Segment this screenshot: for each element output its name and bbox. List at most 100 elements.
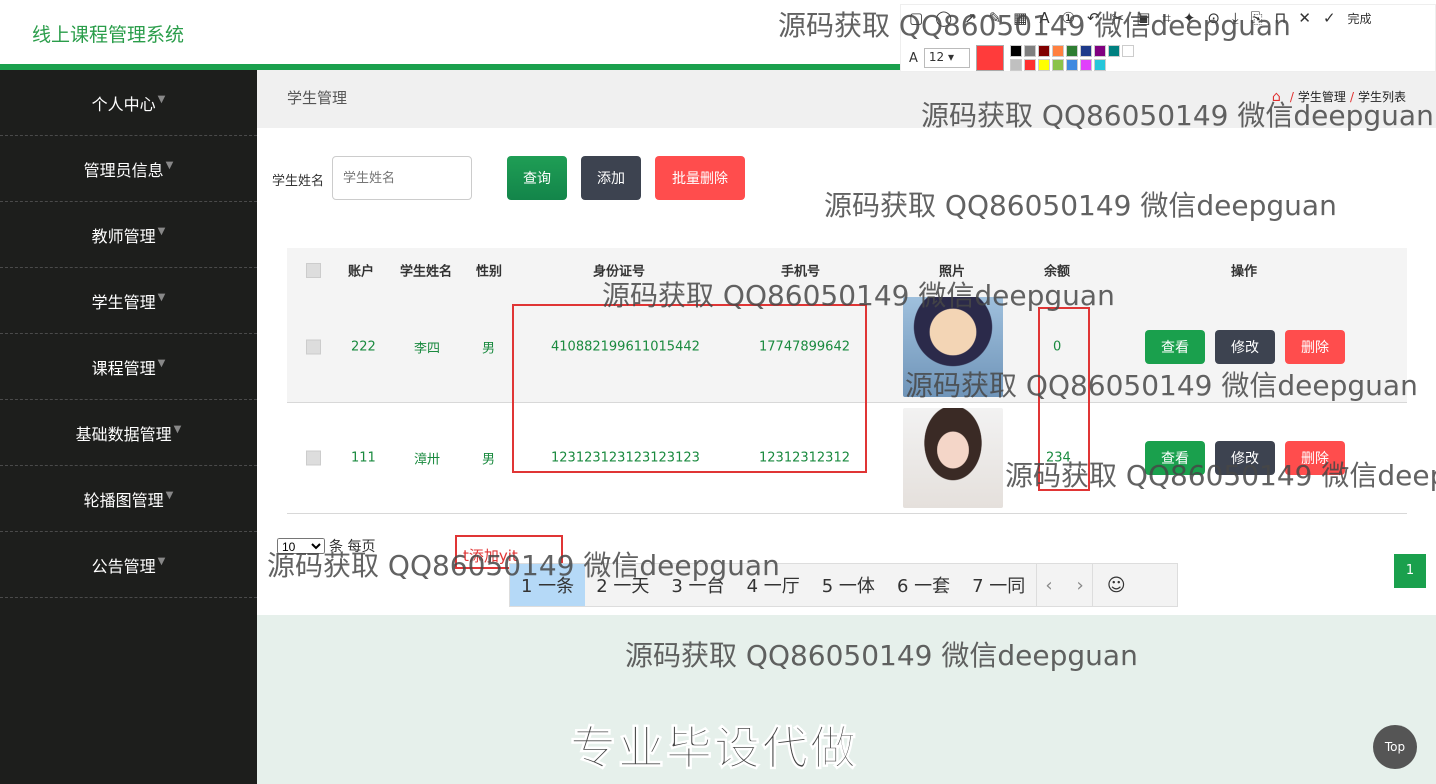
bookmark-icon[interactable]: ⊓	[1275, 9, 1287, 27]
color-swatch[interactable]	[1093, 45, 1106, 57]
sidebar-item-label: 基础数据管理	[75, 424, 172, 444]
ime-candidate[interactable]: 7 一同	[961, 564, 1036, 606]
sidebar-item-label: 课程管理	[91, 358, 156, 378]
edit-button[interactable]: 修改	[1215, 330, 1275, 364]
per-page-control: 10 条 每页	[277, 536, 375, 556]
ellipse-icon[interactable]: ◯	[935, 9, 952, 27]
caret-down-icon: ▼	[157, 226, 166, 237]
table-header: 账户 学生姓名 性别 身份证号 手机号 照片 余额 操作	[287, 248, 1407, 292]
view-button[interactable]: 查看	[1145, 441, 1205, 475]
caret-down-icon: ▼	[157, 358, 166, 369]
ime-candidate[interactable]: 2 一天	[585, 564, 660, 606]
color-swatch[interactable]	[1023, 59, 1036, 71]
ime-candidate[interactable]: 6 一套	[886, 564, 961, 606]
query-button[interactable]: 查询	[507, 156, 567, 200]
gender-cell: 男	[482, 452, 496, 468]
chevron-left-icon[interactable]: ‹	[1045, 575, 1052, 596]
delete-button[interactable]: 删除	[1285, 330, 1345, 364]
sidebar-item-teachers[interactable]: 教师管理 ▼	[0, 202, 257, 268]
color-swatch[interactable]	[1065, 45, 1078, 57]
sidebar-item-label: 教师管理	[91, 226, 156, 246]
per-page-label: 条 每页	[329, 539, 376, 555]
screenshot-toolbar: ▢ ◯ ↗ ✎ ▦ A ① ↶ ✂ ▣ ⌗ ✦ ⊙ ⤓ ⎘ ⊓ ✕ ✓ 完成 A…	[900, 4, 1436, 72]
undo-icon[interactable]: ↶	[1087, 9, 1100, 27]
crop-icon[interactable]: ⌗	[1162, 9, 1170, 27]
batch-delete-button[interactable]: 批量删除	[655, 156, 745, 200]
student-name-input[interactable]	[332, 156, 472, 200]
ime-candidate[interactable]: 1 一条	[510, 564, 586, 606]
copy-icon[interactable]: ⎘	[1251, 9, 1263, 27]
translate-icon[interactable]: ▣	[1136, 9, 1150, 27]
current-color-swatch[interactable]	[975, 45, 1004, 71]
pagination-page[interactable]: 1	[1394, 554, 1426, 588]
pin-icon[interactable]: ✦	[1183, 9, 1196, 27]
back-to-top-button[interactable]: Top	[1373, 725, 1417, 769]
done-button[interactable]: 完成	[1348, 10, 1372, 27]
pen-icon[interactable]: ✎	[989, 9, 1002, 27]
mosaic-icon[interactable]: ▦	[1013, 9, 1027, 27]
color-swatch[interactable]	[1009, 59, 1022, 71]
caret-down-icon: ▼	[173, 424, 182, 435]
rectangle-icon[interactable]: ▢	[909, 9, 923, 27]
text-icon[interactable]: A	[1039, 9, 1049, 27]
search-label: 学生姓名	[272, 174, 325, 189]
color-swatch[interactable]	[1037, 45, 1050, 57]
column-header: 账户	[348, 264, 375, 280]
sidebar-item-carousel[interactable]: 轮播图管理 ▼	[0, 466, 257, 532]
sidebar-item-basic-data[interactable]: 基础数据管理 ▼	[0, 400, 257, 466]
ime-candidate[interactable]: 4 一厅	[736, 564, 811, 606]
ime-candidate[interactable]: 5 一体	[811, 564, 886, 606]
download-icon[interactable]: ⤓	[1232, 9, 1239, 27]
chevron-right-icon[interactable]: ›	[1077, 575, 1084, 596]
view-button[interactable]: 查看	[1145, 330, 1205, 364]
color-swatch[interactable]	[1121, 45, 1134, 57]
column-header: 性别	[476, 264, 503, 280]
sidebar-item-courses[interactable]: 课程管理 ▼	[0, 334, 257, 400]
color-swatch[interactable]	[1093, 59, 1106, 71]
caret-down-icon: ▼	[165, 490, 174, 501]
per-page-select[interactable]: 10	[277, 538, 325, 554]
color-palette	[1009, 45, 1134, 71]
number-icon[interactable]: ①	[1062, 9, 1075, 27]
add-button[interactable]: 添加	[581, 156, 641, 200]
ime-candidate[interactable]: 3 一台	[660, 564, 735, 606]
sidebar: 个人中心 ▼ 管理员信息 ▼ 教师管理 ▼ 学生管理 ▼ 课程管理 ▼ 基础数据管理 ▼ 轮…	[0, 70, 257, 784]
column-header: 照片	[939, 264, 966, 280]
sidebar-item-personal-center[interactable]: 个人中心 ▼	[0, 70, 257, 136]
breadcrumb-item[interactable]: 学生管理	[1298, 88, 1346, 105]
color-swatch[interactable]	[1107, 45, 1120, 57]
account-cell: 222	[351, 339, 376, 355]
student-photo	[903, 408, 1003, 508]
home-icon[interactable]: ⌂	[1272, 90, 1286, 104]
color-swatch[interactable]	[1079, 45, 1092, 57]
color-swatch[interactable]	[1065, 59, 1078, 71]
sidebar-item-label: 轮播图管理	[83, 490, 164, 510]
color-swatch[interactable]	[1051, 59, 1064, 71]
arrow-icon[interactable]: ↗	[964, 9, 977, 27]
sidebar-item-label: 个人中心	[91, 94, 156, 114]
sidebar-item-announcements[interactable]: 公告管理 ▼	[0, 532, 257, 598]
delete-button[interactable]: 删除	[1285, 441, 1345, 475]
edit-button[interactable]: 修改	[1215, 441, 1275, 475]
breadcrumb-separator: /	[1289, 89, 1294, 104]
check-icon[interactable]: ✓	[1323, 9, 1336, 27]
caret-down-icon: ▼	[165, 160, 174, 171]
color-swatch[interactable]	[1051, 45, 1064, 57]
sidebar-item-students[interactable]: 学生管理 ▼	[0, 268, 257, 334]
row-checkbox[interactable]	[306, 450, 321, 466]
ocr-icon[interactable]: ⊙	[1207, 9, 1220, 27]
sidebar-item-admin-info[interactable]: 管理员信息 ▼	[0, 136, 257, 202]
font-size-select[interactable]: 12 ▾	[923, 48, 970, 68]
color-swatch[interactable]	[1009, 45, 1022, 57]
color-swatch[interactable]	[1023, 45, 1036, 57]
name-cell: 李四	[414, 341, 441, 357]
student-photo	[903, 297, 1003, 397]
row-checkbox[interactable]	[306, 339, 321, 355]
scissors-icon[interactable]: ✂	[1112, 9, 1125, 27]
select-all-checkbox[interactable]	[306, 263, 321, 278]
color-swatch[interactable]	[1079, 59, 1092, 71]
emoji-icon[interactable]: ☺	[1091, 564, 1140, 606]
close-icon[interactable]: ✕	[1298, 9, 1311, 27]
color-swatch[interactable]	[1037, 59, 1050, 71]
font-icon: A	[909, 50, 918, 66]
